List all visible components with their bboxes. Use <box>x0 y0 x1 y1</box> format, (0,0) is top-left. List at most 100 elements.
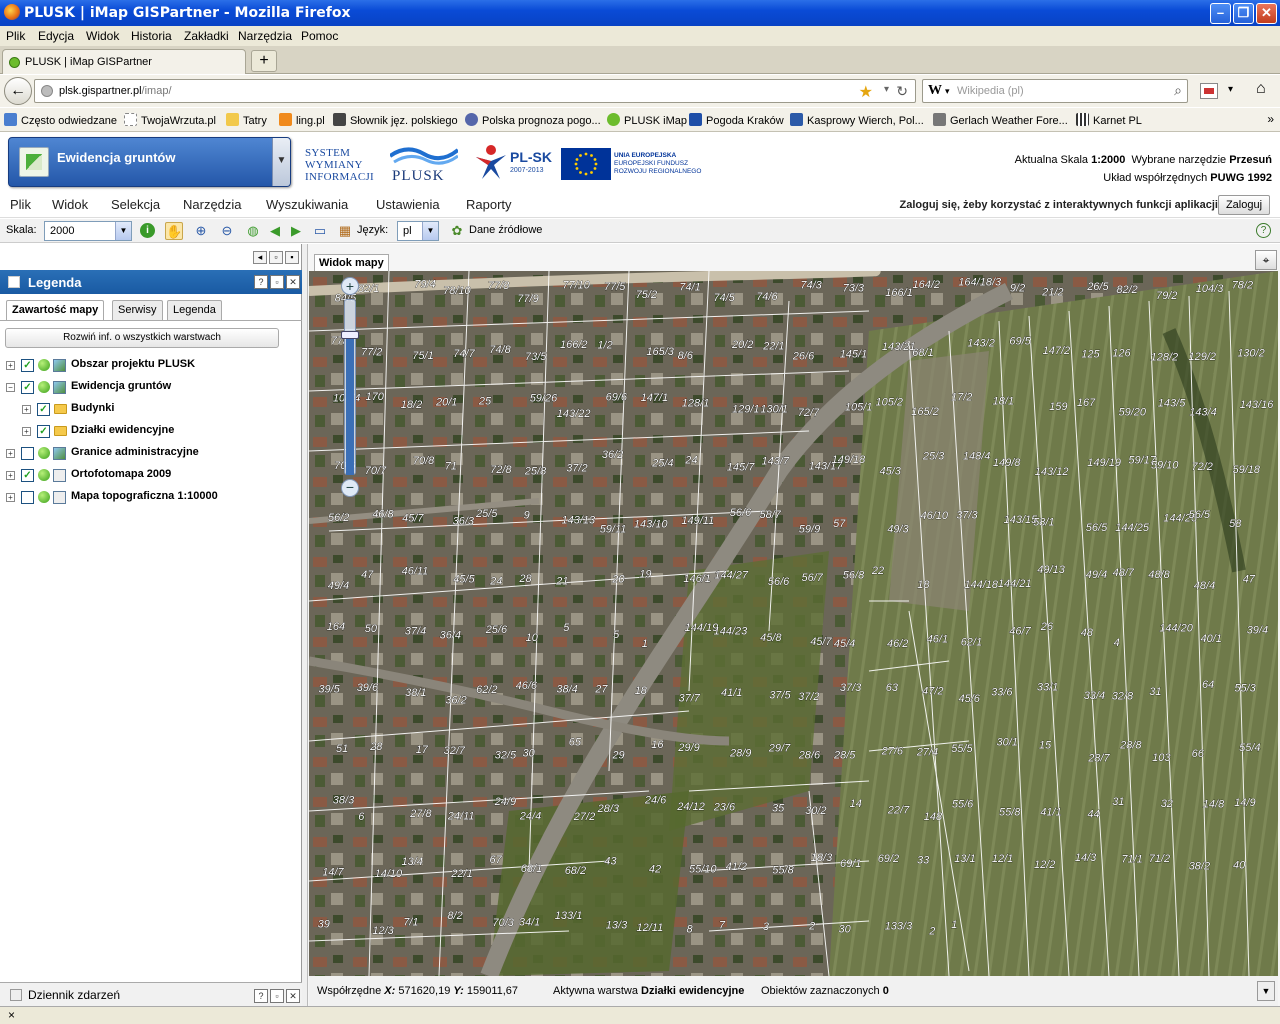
bookmark-slownik[interactable]: Słownik jęz. polskiego <box>333 113 458 127</box>
layer-label[interactable]: Budynki <box>71 402 114 414</box>
url-bar[interactable]: plsk.gispartner.pl/imap/ ★ ▾ ↻ <box>34 79 916 103</box>
menu-pomoc[interactable]: Pomoc <box>301 29 338 43</box>
search-icon[interactable]: ⌕ <box>1174 82 1182 99</box>
addon-icon[interactable] <box>1200 83 1218 99</box>
bookmark-star-icon[interactable]: ★ <box>859 82 873 102</box>
zoom-out-button[interactable]: − <box>341 479 359 497</box>
bookmark-tatry[interactable]: Tatry <box>226 113 267 127</box>
chevron-down-icon[interactable]: ▼ <box>115 222 131 240</box>
help-icon[interactable]: ? <box>254 989 268 1003</box>
site-identity-icon[interactable] <box>41 85 53 97</box>
close-button[interactable]: ✕ <box>1256 3 1277 24</box>
bookmark-polska-prognoza[interactable]: Polska prognoza pogo... <box>465 113 601 127</box>
layer-label[interactable]: Działki ewidencyjne <box>71 424 174 436</box>
menu-historia[interactable]: Historia <box>131 29 172 43</box>
url-text[interactable]: plsk.gispartner.pl/imap/ <box>59 85 172 97</box>
gear-icon[interactable]: ✿ <box>448 222 466 240</box>
expand-icon[interactable]: + <box>22 427 31 436</box>
menu-narzedzia[interactable]: Narzędzia <box>238 29 292 43</box>
bookmark-ling[interactable]: ling.pl <box>279 113 325 127</box>
zoom-handle[interactable] <box>341 330 359 339</box>
bookmark-karnet[interactable]: Karnet PL <box>1076 113 1142 127</box>
menu-widok[interactable]: Widok <box>86 29 119 43</box>
pan-hand-icon[interactable]: ✋ <box>165 222 183 240</box>
zoom-in-icon[interactable]: ⊕ <box>192 222 210 240</box>
zoom-out-icon[interactable]: ⊖ <box>218 222 236 240</box>
restore-icon[interactable]: ▫ <box>270 275 284 289</box>
collapse-icon[interactable]: − <box>6 383 15 392</box>
zoom-slider[interactable]: + − <box>339 275 361 501</box>
layer-label[interactable]: Obszar projektu PLUSK <box>71 358 195 370</box>
home-icon[interactable]: ⌂ <box>1256 80 1266 98</box>
bookmarks-more-icon[interactable]: » <box>1267 112 1274 126</box>
url-dropdown-icon[interactable]: ▾ <box>884 84 889 95</box>
layer-checkbox[interactable]: ✓ <box>37 425 50 438</box>
map-window-icon[interactable]: ▭ <box>311 222 329 240</box>
zoom-in-button[interactable]: + <box>341 277 359 295</box>
panel-window-icon[interactable]: ▪ <box>285 251 299 264</box>
addon-dropdown-icon[interactable]: ▾ <box>1228 84 1233 95</box>
close-icon[interactable]: ✕ <box>286 275 300 289</box>
map-canvas[interactable]: 84/582/179/478/1077/877/977/1077/575/274… <box>309 271 1278 976</box>
expand-icon[interactable]: ▼ <box>1257 981 1275 1001</box>
layer-label[interactable]: Mapa topograficzna 1:10000 <box>71 490 218 502</box>
bookmark-kasprowy[interactable]: Kasprowy Wierch, Pol... <box>790 113 924 127</box>
info-icon[interactable]: i <box>140 223 155 238</box>
chevron-down-icon[interactable]: ▼ <box>422 222 438 240</box>
layer-label[interactable]: Ortofotomapa 2009 <box>71 468 171 480</box>
close-icon[interactable]: × <box>8 1008 15 1022</box>
tab-plusk[interactable]: PLUSK | iMap GISPartner <box>2 49 246 74</box>
app-menu-narzedzia[interactable]: Narzędzia <box>183 197 242 212</box>
app-menu-selekcja[interactable]: Selekcja <box>111 197 160 212</box>
menu-zakladki[interactable]: Zakładki <box>184 29 229 43</box>
chevron-down-icon[interactable]: ▼ <box>272 138 290 186</box>
layer-checkbox[interactable]: ✓ <box>21 381 34 394</box>
bookmark-pogoda-krakow[interactable]: Pogoda Kraków <box>689 113 784 127</box>
search-placeholder[interactable]: Wikipedia (pl) <box>957 85 1024 97</box>
tab-services[interactable]: Serwisy <box>112 300 163 320</box>
restore-icon[interactable]: ▫ <box>270 989 284 1003</box>
next-extent-icon[interactable]: ▶ <box>287 222 305 240</box>
tab-map-content[interactable]: Zawartość mapy <box>6 300 105 321</box>
layer-label[interactable]: Granice administracyjne <box>71 446 199 458</box>
layer-checkbox[interactable]: ✓ <box>21 359 34 372</box>
back-button[interactable]: ← <box>4 77 32 105</box>
app-menu-plik[interactable]: Plik <box>10 197 31 212</box>
menu-plik[interactable]: Plik <box>6 29 25 43</box>
collapse-left-icon[interactable]: ◂ <box>253 251 267 264</box>
tab-legend[interactable]: Legenda <box>167 300 222 320</box>
close-icon[interactable]: ✕ <box>286 989 300 1003</box>
map-options-icon[interactable]: ⌖ <box>1255 250 1277 270</box>
bookmark-twojawrzuta[interactable]: TwojaWrzuta.pl <box>124 113 216 127</box>
language-select[interactable]: pl ▼ <box>397 221 439 241</box>
layer-checkbox[interactable] <box>21 447 34 460</box>
expand-icon[interactable]: + <box>6 449 15 458</box>
minimize-button[interactable]: – <box>1210 3 1231 24</box>
search-bar[interactable]: W ▾ Wikipedia (pl) ⌕ <box>922 79 1188 103</box>
restore-icon[interactable]: ▫ <box>269 251 283 264</box>
table-icon[interactable]: ▦ <box>336 222 354 240</box>
full-extent-icon[interactable]: ◍ <box>244 222 262 240</box>
bookmark-gerlach[interactable]: Gerlach Weather Fore... <box>933 113 1068 127</box>
layer-checkbox[interactable]: ✓ <box>37 403 50 416</box>
expand-icon[interactable]: + <box>22 405 31 414</box>
reload-icon[interactable]: ↻ <box>896 83 908 100</box>
previous-extent-icon[interactable]: ◀ <box>266 222 284 240</box>
scale-select[interactable]: 2000 ▼ <box>44 221 132 241</box>
layer-checkbox[interactable] <box>21 491 34 504</box>
event-log-bar[interactable]: Dziennik zdarzeń ? ▫ ✕ <box>0 982 302 1006</box>
new-tab-button[interactable]: + <box>251 50 277 72</box>
maximize-button[interactable]: ❐ <box>1233 3 1254 24</box>
bookmark-czesto-odwiedzane[interactable]: Często odwiedzane <box>4 113 117 127</box>
data-sources-link[interactable]: Dane źródłowe <box>469 224 542 236</box>
engine-dropdown-icon[interactable]: ▾ <box>945 86 950 97</box>
expand-icon[interactable]: + <box>6 471 15 480</box>
expand-icon[interactable]: + <box>6 361 15 370</box>
expand-icon[interactable]: + <box>6 493 15 502</box>
app-menu-raporty[interactable]: Raporty <box>466 197 512 212</box>
app-menu-ustawienia[interactable]: Ustawienia <box>376 197 440 212</box>
wikipedia-icon[interactable]: W <box>928 83 942 99</box>
app-menu-widok[interactable]: Widok <box>52 197 88 212</box>
layer-checkbox[interactable]: ✓ <box>21 469 34 482</box>
app-menu-wyszukiwania[interactable]: Wyszukiwania <box>266 197 348 212</box>
